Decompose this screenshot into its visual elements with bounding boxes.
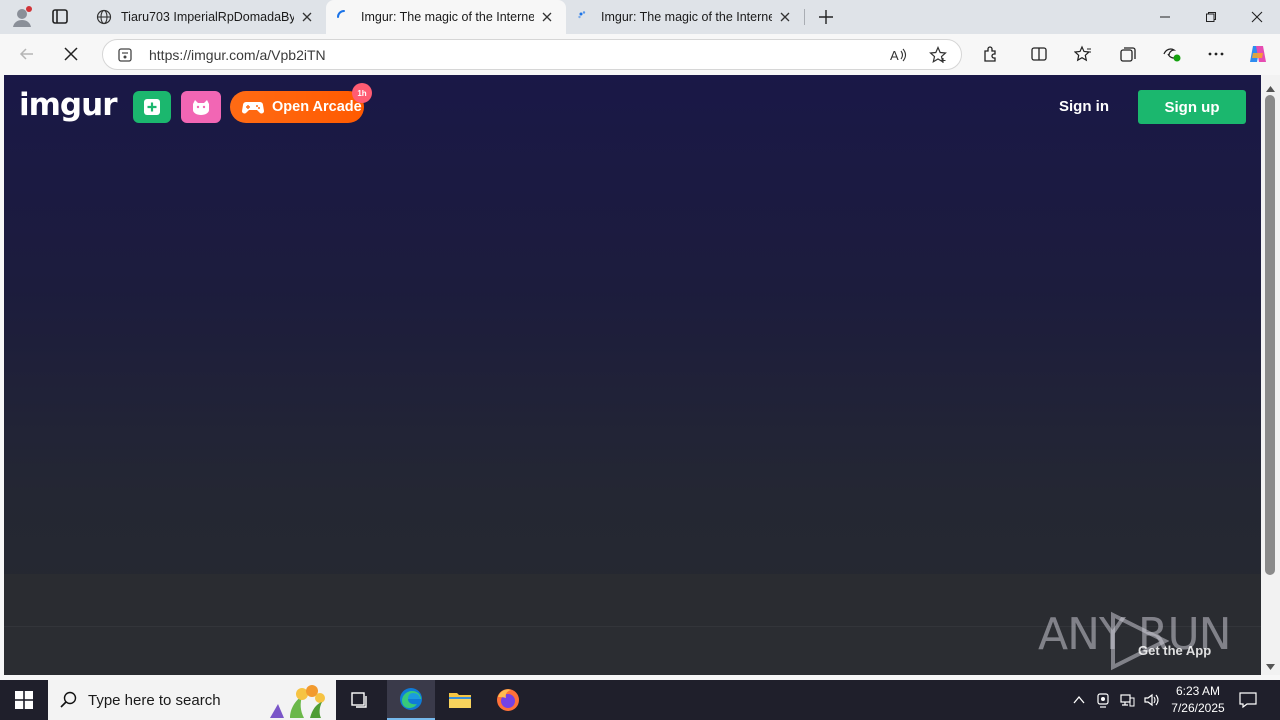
plus-icon <box>144 99 160 115</box>
globe-icon <box>96 9 112 25</box>
sign-up-button[interactable]: Sign up <box>1138 90 1246 124</box>
taskbar-file-explorer[interactable] <box>436 680 484 720</box>
taskbar-firefox[interactable] <box>484 680 532 720</box>
more-options-icon[interactable] <box>1202 40 1230 68</box>
open-arcade-label: Open Arcade <box>272 99 362 115</box>
action-center-icon <box>1239 692 1257 708</box>
edge-icon <box>400 688 422 710</box>
new-tab-button[interactable] <box>814 5 838 29</box>
favorite-star-icon[interactable] <box>929 46 947 69</box>
sign-in-link[interactable]: Sign in <box>1059 98 1109 115</box>
taskbar-clock[interactable]: 6:23 AM 7/26/2025 <box>1162 683 1234 717</box>
cat-face-icon <box>193 100 209 115</box>
folder-icon <box>449 693 471 708</box>
gamepad-icon <box>242 102 264 114</box>
task-view-button[interactable] <box>336 680 384 720</box>
clock-time: 6:23 AM <box>1175 684 1221 698</box>
open-arcade-button[interactable]: Open Arcade <box>230 91 364 123</box>
close-tab-icon[interactable] <box>776 8 794 26</box>
windows-logo-icon <box>15 691 33 709</box>
windows-taskbar: Type here to search 6:23 AM 7/26/2025 <box>0 680 1280 720</box>
volume-icon[interactable] <box>1140 680 1162 720</box>
imgur-logo[interactable]: imgur <box>19 87 117 123</box>
search-highlight-flowers-icon <box>260 682 336 720</box>
tab-title: Imgur: The magic of the Internet <box>361 10 534 24</box>
collections-icon[interactable] <box>1114 40 1142 68</box>
taskbar-edge[interactable] <box>387 680 435 720</box>
copilot-icon[interactable] <box>1244 40 1272 68</box>
close-tab-icon[interactable] <box>298 8 316 26</box>
loading-icon <box>576 9 592 25</box>
vertical-scrollbar[interactable] <box>1261 75 1280 675</box>
new-post-button[interactable] <box>133 91 171 123</box>
address-bar[interactable]: https://imgur.com/a/Vpb2iTN A <box>102 39 962 70</box>
show-hidden-icons-button[interactable] <box>1068 680 1090 720</box>
tab-imgur-active[interactable]: Imgur: The magic of the Internet <box>326 0 566 34</box>
search-placeholder: Type here to search <box>88 691 221 709</box>
clock-date: 7/26/2025 <box>1171 701 1225 715</box>
tab-title: Tiaru703 ImperialRpDomadaBy25 <box>121 10 294 24</box>
svg-text:A: A <box>890 48 899 63</box>
close-window-button[interactable] <box>1234 0 1280 34</box>
tab-imgur[interactable]: Imgur: The magic of the Internet <box>566 0 804 34</box>
scroll-down-arrow-icon[interactable] <box>1265 659 1276 670</box>
tab-separator <box>804 9 805 25</box>
tab-actions-icon[interactable] <box>48 6 72 28</box>
taskbar-search-box[interactable]: Type here to search <box>48 680 336 720</box>
stop-loading-button[interactable] <box>57 40 85 68</box>
start-button[interactable] <box>0 680 48 720</box>
scrollbar-thumb[interactable] <box>1265 95 1275 575</box>
arcade-timer-badge: 1h <box>352 83 372 103</box>
profile-avatar-icon[interactable] <box>10 5 34 29</box>
restore-button[interactable] <box>1188 0 1234 34</box>
url-text: https://imgur.com/a/Vpb2iTN <box>149 47 326 63</box>
meme-generator-button[interactable] <box>181 91 221 123</box>
task-view-icon <box>351 692 367 708</box>
read-aloud-icon[interactable]: A <box>889 46 907 69</box>
close-tab-icon[interactable] <box>538 8 556 26</box>
tab-title: Imgur: The magic of the Internet <box>601 10 772 24</box>
favorites-icon[interactable] <box>1069 40 1097 68</box>
imgur-page: imgur Open Arcade 1h Sign in Sign up ANY… <box>4 75 1261 675</box>
tab-bar: Tiaru703 ImperialRpDomadaBy25 Imgur: The… <box>0 0 1280 34</box>
tab-tiaru[interactable]: Tiaru703 ImperialRpDomadaBy25 <box>86 0 326 34</box>
get-the-app-link[interactable]: Get the App <box>1138 643 1211 658</box>
notifications-button[interactable] <box>1236 680 1260 720</box>
firefox-icon <box>497 689 519 711</box>
split-screen-icon[interactable] <box>1025 40 1053 68</box>
browser-essentials-icon[interactable] <box>1158 40 1186 68</box>
meet-now-icon[interactable] <box>1092 680 1114 720</box>
chevron-up-icon <box>1073 695 1085 704</box>
minimize-button[interactable] <box>1142 0 1188 34</box>
loading-icon <box>336 9 352 25</box>
extensions-icon[interactable] <box>977 40 1005 68</box>
back-button[interactable] <box>13 40 41 68</box>
search-icon <box>60 691 78 714</box>
network-icon[interactable] <box>1116 680 1138 720</box>
browser-toolbar: https://imgur.com/a/Vpb2iTN A <box>0 34 1280 74</box>
site-info-icon[interactable] <box>117 46 133 69</box>
scroll-up-arrow-icon[interactable] <box>1265 81 1276 92</box>
